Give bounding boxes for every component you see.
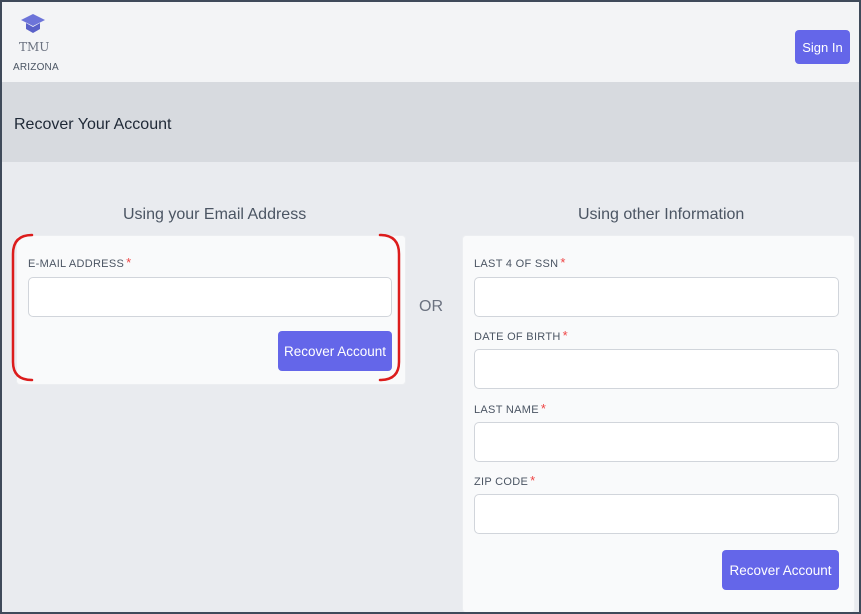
required-asterisk: *: [562, 328, 568, 343]
page-title: Recover Your Account: [14, 116, 172, 133]
ssn-field-label: LAST 4 OF SSN *: [474, 255, 566, 270]
last-name-field-label: LAST NAME *: [474, 401, 546, 416]
ssn-input[interactable]: [474, 277, 839, 317]
recover-account-email-button[interactable]: Recover Account: [278, 331, 392, 371]
page-header: Recover Your Account: [2, 82, 859, 162]
required-asterisk: *: [540, 401, 547, 416]
logo-text: TMU: [19, 40, 50, 54]
zip-code-field-label: ZIP CODE *: [474, 473, 536, 488]
logo[interactable]: TMU ARIZONA: [10, 12, 80, 78]
dob-label-text: DATE OF BIRTH: [474, 331, 561, 343]
logo-subtitle: ARIZONA: [13, 62, 59, 73]
sign-in-button[interactable]: Sign In: [795, 30, 850, 64]
app-frame: TMU ARIZONA Sign In Recover Your Account…: [0, 0, 861, 614]
ssn-label-text: LAST 4 OF SSN: [474, 258, 559, 270]
email-section-heading: Using your Email Address: [123, 206, 307, 223]
info-recovery-card: LAST 4 OF SSN * DATE OF BIRTH * LAST NAME *…: [463, 236, 854, 612]
zip-code-input[interactable]: [474, 494, 839, 534]
email-field-label: E-MAIL ADDRESS *: [28, 255, 131, 270]
dob-field-label: DATE OF BIRTH *: [474, 328, 568, 343]
required-asterisk: *: [126, 255, 132, 270]
info-section-heading: Using other Information: [578, 206, 745, 223]
or-divider: OR: [419, 298, 443, 315]
email-label-text: E-MAIL ADDRESS: [28, 258, 125, 270]
top-bar: TMU ARIZONA Sign In: [2, 2, 859, 82]
email-input[interactable]: [28, 277, 392, 317]
recover-account-info-button[interactable]: Recover Account: [722, 550, 839, 590]
required-asterisk: *: [560, 255, 566, 270]
last-name-label-text: LAST NAME: [474, 404, 539, 416]
last-name-input[interactable]: [474, 422, 839, 462]
required-asterisk: *: [530, 473, 536, 488]
email-recovery-card: E-MAIL ADDRESS * Recover Account: [17, 236, 405, 384]
zip-code-label-text: ZIP CODE: [474, 476, 529, 488]
graduation-cap-icon: [21, 14, 45, 33]
date-of-birth-input[interactable]: [474, 349, 839, 389]
